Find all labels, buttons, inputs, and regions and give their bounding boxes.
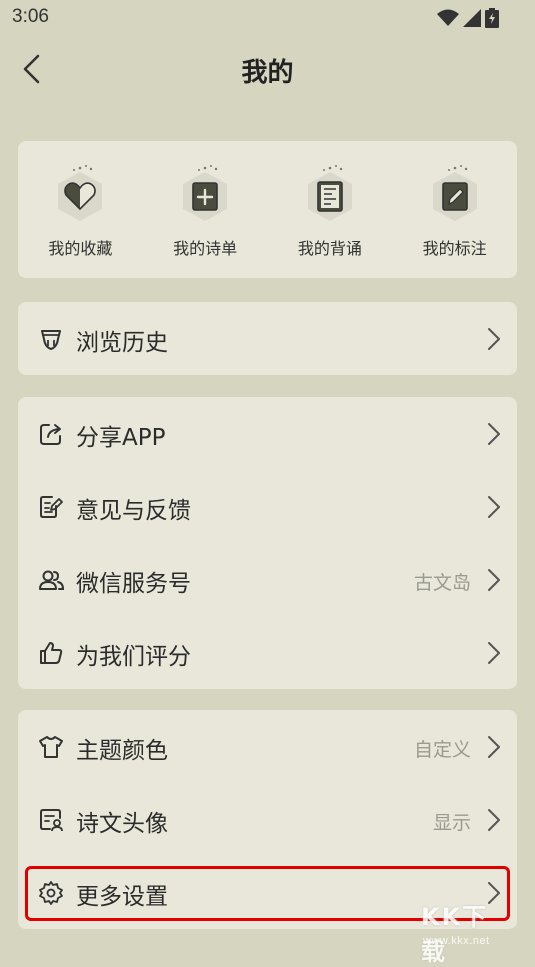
watermark-url: www.kkx.net (423, 935, 490, 947)
quick-item-annotate[interactable]: 我的标注 (392, 141, 517, 278)
quick-item-favorites[interactable]: 我的收藏 (18, 141, 143, 278)
avatar-card-icon (40, 809, 63, 832)
chevron-right-icon (488, 642, 500, 664)
feedback-row[interactable]: 意见与反馈 (18, 470, 517, 543)
watermark-text: KK下载 (421, 903, 489, 966)
recite-icon (307, 165, 352, 221)
theme-label: 主题颜色 (76, 738, 168, 764)
chevron-right-icon (488, 328, 500, 350)
feedback-label: 意见与反馈 (76, 498, 191, 524)
chevron-right-icon (488, 496, 500, 518)
rate-row[interactable]: 为我们评分 (18, 616, 517, 689)
add-list-icon (183, 165, 228, 221)
misc-card: 分享APP 意见与反馈 微信服务号 古文岛 为我们评分 (18, 397, 517, 689)
wechat-value: 古文岛 (413, 572, 471, 594)
quick-item-recite[interactable]: 我的背诵 (268, 141, 393, 278)
theme-row[interactable]: 主题颜色 自定义 (18, 710, 517, 783)
heart-icon (58, 165, 103, 221)
shirt-icon (39, 736, 63, 758)
feedback-icon (40, 496, 63, 518)
rate-label: 为我们评分 (76, 644, 191, 670)
share-label: 分享APP (76, 425, 166, 451)
chevron-right-icon (488, 569, 500, 591)
chevron-right-icon (488, 809, 500, 831)
wechat-label: 微信服务号 (76, 571, 191, 597)
signal-icon (463, 9, 481, 27)
history-row[interactable]: 浏览历史 (18, 302, 517, 375)
share-icon (40, 424, 61, 445)
wechat-row[interactable]: 微信服务号 古文岛 (18, 543, 517, 616)
history-card: 浏览历史 (18, 302, 517, 375)
status-time: 3:06 (12, 6, 49, 27)
quick-actions-card: 我的收藏 我的诗单 我的背诵 我的标注 (18, 141, 517, 278)
battery-icon (485, 8, 499, 28)
chevron-right-icon (488, 423, 500, 445)
avatar-value: 显示 (432, 812, 471, 834)
people-icon (39, 570, 64, 590)
annotate-icon (432, 165, 477, 221)
status-icons (437, 8, 499, 28)
quick-label-recite: 我的背诵 (297, 239, 362, 258)
theme-value: 自定义 (413, 739, 471, 761)
share-row[interactable]: 分享APP (18, 397, 517, 470)
chevron-right-icon (488, 736, 500, 758)
watermark: KK下载 www.kkx.net (421, 897, 513, 966)
quick-item-playlist[interactable]: 我的诗单 (143, 141, 268, 278)
page-title: 我的 (241, 58, 294, 88)
quick-label-annotate: 我的标注 (422, 239, 487, 258)
status-bar: 3:06 (0, 0, 535, 36)
avatar-row[interactable]: 诗文头像 显示 (18, 783, 517, 856)
nav-bar: 我的 (0, 36, 535, 102)
quick-label-playlist: 我的诗单 (173, 239, 238, 258)
history-label: 浏览历史 (76, 330, 168, 356)
history-icon (41, 330, 61, 350)
thumb-up-icon (40, 642, 63, 664)
quick-label-favorites: 我的收藏 (48, 239, 113, 258)
avatar-label: 诗文头像 (76, 811, 168, 837)
wifi-icon (437, 9, 459, 26)
